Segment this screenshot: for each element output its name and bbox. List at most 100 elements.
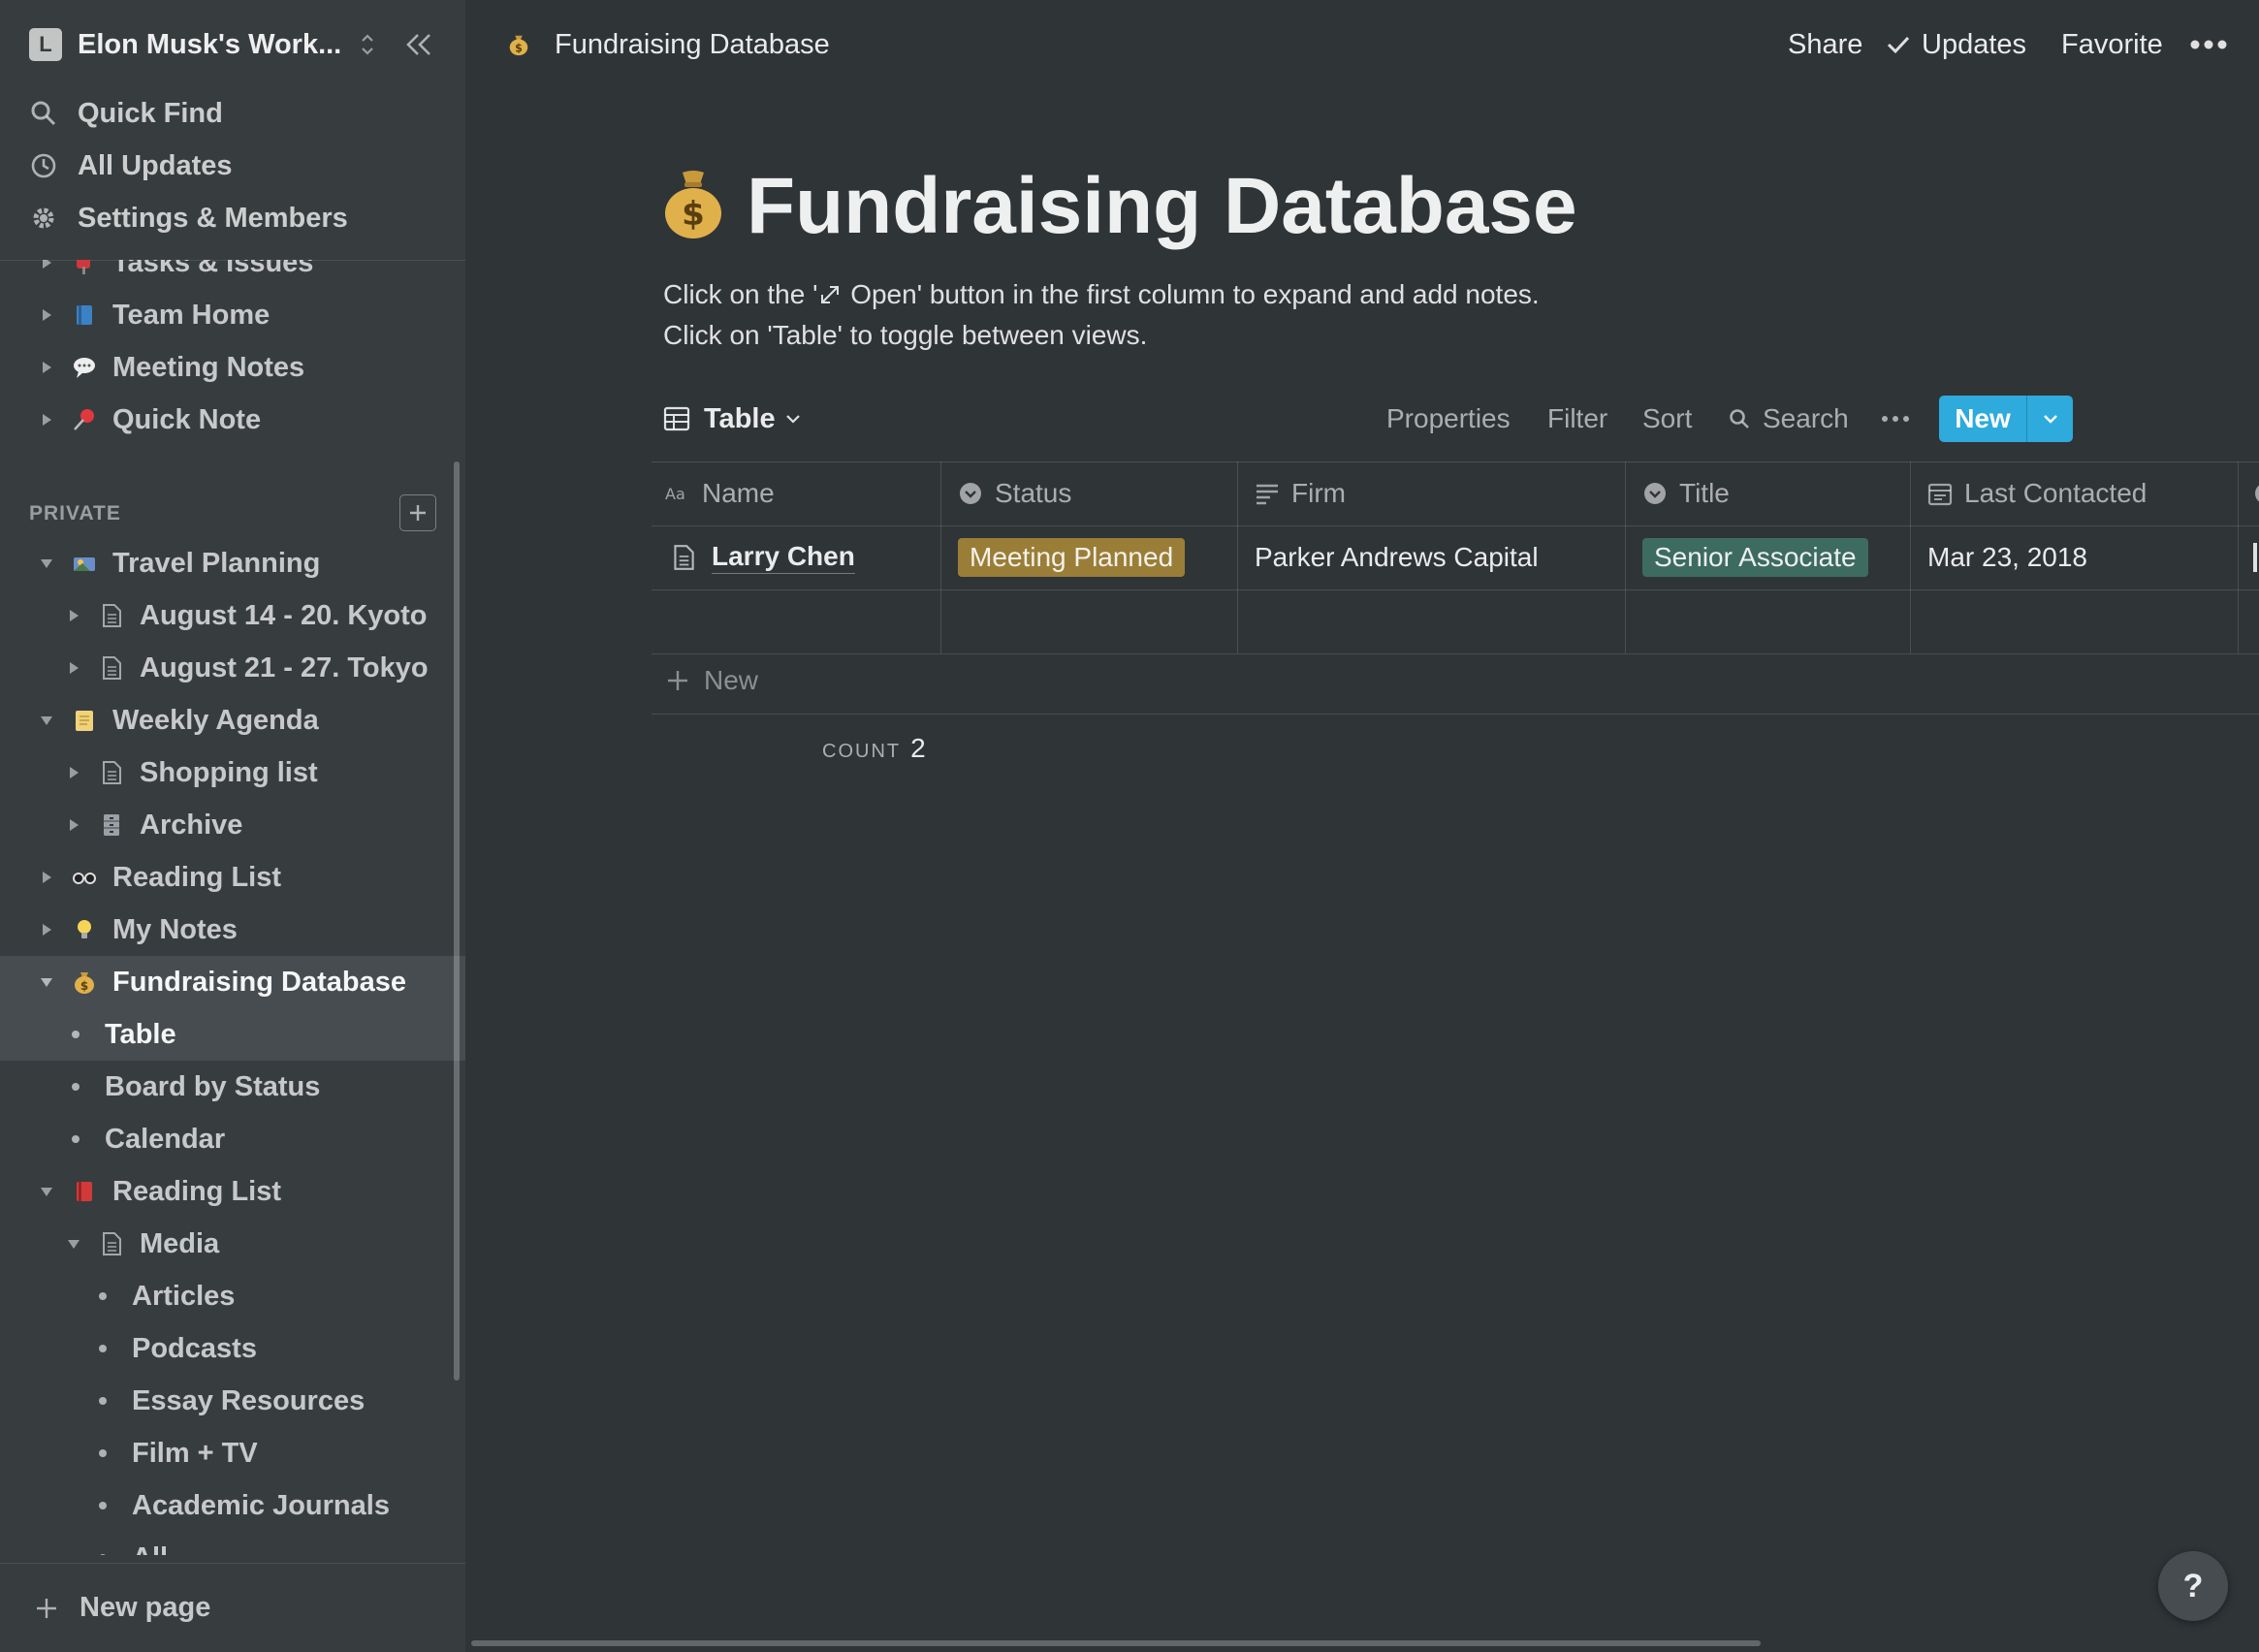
column-header-name[interactable]: Aa Name (665, 461, 775, 525)
sidebar-item-kyoto[interactable]: August 14 - 20. Kyoto (0, 589, 465, 642)
collapse-toggle-icon[interactable] (37, 972, 56, 992)
sidebar-item-meeting-notes[interactable]: Meeting Notes (0, 341, 465, 394)
description-text: Click on the ' (663, 279, 818, 309)
expand-toggle-icon[interactable] (64, 763, 83, 782)
column-header-firm[interactable]: Firm (1255, 461, 1346, 525)
share-button[interactable]: Share (1788, 25, 1862, 64)
plus-icon (37, 1598, 56, 1618)
collapse-toggle-icon[interactable] (37, 711, 56, 730)
sidebar-item-label: My Notes (112, 913, 238, 945)
sidebar-item-archive[interactable]: Archive (0, 799, 465, 851)
favorite-button[interactable]: Favorite (2061, 25, 2163, 64)
sidebar-item-fundraising-database[interactable]: $ Fundraising Database (0, 956, 465, 1008)
table-cell-firm[interactable]: Parker Andrews Capital (1255, 525, 1539, 589)
quick-find[interactable]: Quick Find (29, 91, 223, 136)
table-cell-name[interactable]: Larry Chen (669, 525, 855, 589)
money-bag-icon[interactable]: $ (661, 167, 725, 240)
sidebar-item-travel-planning[interactable]: Travel Planning (0, 537, 465, 589)
more-dots-icon (2190, 40, 2227, 49)
bullet-icon (72, 1031, 80, 1038)
bullet-icon (99, 1345, 107, 1352)
sidebar-view-calendar[interactable]: Calendar (0, 1113, 465, 1165)
settings-members[interactable]: Settings & Members (29, 196, 348, 240)
page-icon (97, 758, 126, 787)
bullet-icon (99, 1554, 107, 1555)
sidebar-item-quick-note[interactable]: Quick Note (0, 394, 465, 446)
count-label: COUNT (822, 741, 902, 762)
sidebar-item-label: Calendar (105, 1123, 226, 1155)
sidebar-item-tokyo[interactable]: August 21 - 27. Tokyo (0, 642, 465, 694)
column-header-label: Status (995, 478, 1072, 508)
sidebar-view-articles[interactable]: Articles (0, 1270, 465, 1322)
more-options-button[interactable] (2189, 25, 2228, 64)
table-cell-last-contacted[interactable]: Mar 23, 2018 (1927, 525, 2087, 589)
add-private-page-button[interactable] (399, 494, 436, 531)
workspace-switcher[interactable]: L Elon Musk's Work... (29, 25, 436, 64)
blue-book-icon (70, 301, 99, 330)
new-button-label[interactable]: New (1939, 396, 2026, 442)
sidebar-item-media[interactable]: Media (0, 1218, 465, 1270)
filter-button[interactable]: Filter (1547, 399, 1607, 438)
search-button[interactable]: Search (1728, 399, 1849, 438)
collapse-sidebar-icon[interactable] (401, 27, 436, 62)
expand-toggle-icon[interactable] (37, 260, 56, 272)
sidebar-item-shopping-list[interactable]: Shopping list (0, 747, 465, 799)
table-cell-status[interactable]: Meeting Planned (958, 525, 1186, 589)
sidebar-view-academic-journals[interactable]: Academic Journals (0, 1479, 465, 1532)
table-cell-title[interactable]: Senior Associate (1642, 525, 1868, 589)
new-record-button[interactable]: New (1939, 396, 2073, 442)
sidebar-item-tasks-issues[interactable]: Tasks & Issues (0, 260, 465, 289)
sort-button[interactable]: Sort (1642, 399, 1692, 438)
expand-toggle-icon[interactable] (37, 305, 56, 325)
collapse-toggle-icon[interactable] (37, 1182, 56, 1201)
svg-text:$: $ (515, 42, 523, 54)
properties-button[interactable]: Properties (1386, 399, 1511, 438)
sidebar-item-reading-list-2[interactable]: Reading List (0, 1165, 465, 1218)
expand-toggle-icon[interactable] (64, 606, 83, 625)
sidebar-view-podcasts[interactable]: Podcasts (0, 1322, 465, 1375)
row-count[interactable]: COUNT 2 (822, 733, 926, 764)
horizontal-scrollbar[interactable] (471, 1640, 1761, 1646)
sidebar-item-reading-list[interactable]: Reading List (0, 851, 465, 904)
all-updates[interactable]: All Updates (29, 143, 233, 188)
new-template-dropdown[interactable] (2027, 396, 2073, 442)
sidebar-view-film-tv[interactable]: Film + TV (0, 1427, 465, 1479)
expand-toggle-icon[interactable] (37, 358, 56, 377)
column-header-title[interactable]: Title (1642, 461, 1730, 525)
sidebar-item-weekly-agenda[interactable]: Weekly Agenda (0, 694, 465, 747)
expand-toggle-icon[interactable] (64, 658, 83, 678)
sidebar-scrollbar[interactable] (454, 461, 460, 1381)
sidebar-view-all[interactable]: All (0, 1532, 465, 1555)
sidebar-item-team-home[interactable]: Team Home (0, 289, 465, 341)
updates-button[interactable]: Updates (1885, 25, 2026, 64)
sidebar-view-table[interactable]: Table (0, 1008, 465, 1061)
add-row-button[interactable]: New (665, 661, 758, 700)
expand-toggle-icon[interactable] (37, 410, 56, 429)
sidebar-item-label: All (132, 1542, 168, 1556)
sidebar-item-my-notes[interactable]: My Notes (0, 904, 465, 956)
expand-toggle-icon[interactable] (64, 815, 83, 835)
column-header-last-contacted[interactable]: Last Contacted (1927, 461, 2147, 525)
all-updates-label: All Updates (78, 149, 233, 181)
help-button[interactable]: ? (2158, 1551, 2228, 1621)
expand-toggle-icon[interactable] (37, 868, 56, 887)
column-header-label: Title (1679, 478, 1730, 508)
select-property-icon (960, 483, 981, 504)
more-view-options-button[interactable] (1881, 399, 1910, 438)
collapse-toggle-icon[interactable] (37, 554, 56, 573)
table-row-empty[interactable] (652, 589, 2259, 653)
column-header-overflow[interactable] (2253, 461, 2259, 525)
sidebar-view-board-by-status[interactable]: Board by Status (0, 1061, 465, 1113)
select-property-icon (1644, 483, 1666, 504)
sidebar-view-essay-resources[interactable]: Essay Resources (0, 1375, 465, 1427)
expand-toggle-icon[interactable] (37, 920, 56, 939)
money-bag-icon: $ (70, 968, 99, 997)
add-row-label: New (704, 665, 759, 695)
new-page-button[interactable]: New page (0, 1563, 465, 1652)
breadcrumb[interactable]: $ Fundraising Database (506, 25, 830, 64)
collapse-toggle-icon[interactable] (64, 1234, 83, 1254)
column-header-status[interactable]: Status (958, 461, 1071, 525)
view-switcher[interactable]: Table (663, 399, 803, 438)
record-name-link[interactable]: Larry Chen (712, 541, 855, 574)
table-cell-overflow[interactable] (2253, 525, 2257, 589)
